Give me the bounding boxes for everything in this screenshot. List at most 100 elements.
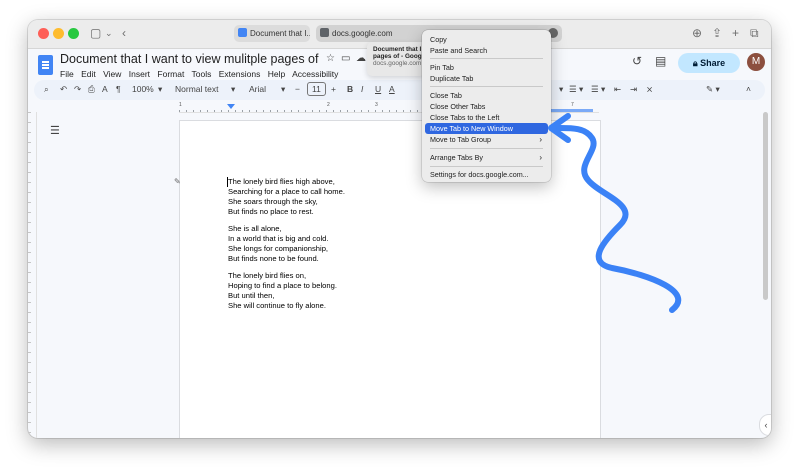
tooltip-domain: docs.google.com xyxy=(373,60,422,67)
menu-item-move-tab-new-window[interactable]: Move Tab to New Window xyxy=(425,123,548,134)
close-window-button[interactable] xyxy=(38,28,49,39)
tab-document[interactable]: Document that I... xyxy=(234,25,310,42)
clear-formatting-icon[interactable]: ⨯ xyxy=(646,84,653,95)
chevron-down-icon[interactable]: ▾ xyxy=(158,84,162,95)
redo-icon[interactable]: ↷ xyxy=(74,84,81,95)
menu-item-pin-tab[interactable]: Pin Tab xyxy=(425,62,548,73)
decrease-indent-icon[interactable]: ⇤ xyxy=(614,84,621,95)
formatting-toolbar: ⌕ ↶ ↷ ⎙ A ¶ 100% ▾ Normal text ▾ Arial ▾… xyxy=(34,80,765,100)
menu-item-label: Move to Tab Group xyxy=(430,135,491,144)
chevron-down-icon[interactable]: ▾ xyxy=(231,84,235,95)
menu-item-close-tab[interactable]: Close Tab xyxy=(425,90,548,101)
menu-item-close-tabs-left[interactable]: Close Tabs to the Left xyxy=(425,112,548,123)
italic-icon[interactable]: I xyxy=(361,84,363,94)
menu-view[interactable]: View xyxy=(103,69,121,79)
cloud-icon[interactable]: ☁ xyxy=(356,53,366,64)
back-arrow-icon[interactable]: ‹ xyxy=(122,25,126,41)
minimize-window-button[interactable] xyxy=(53,28,64,39)
chevron-down-icon[interactable]: ▾ xyxy=(601,84,605,95)
bulleted-list-icon[interactable]: ☰ xyxy=(569,84,577,95)
collapse-menus-icon[interactable]: ˄ xyxy=(746,84,751,94)
history-icon[interactable]: ↺ xyxy=(632,54,642,68)
vertical-ruler[interactable] xyxy=(28,112,37,438)
font-size-decrease-icon[interactable]: − xyxy=(295,84,300,94)
menu-help[interactable]: Help xyxy=(268,69,285,79)
search-menus-icon[interactable]: ⌕ xyxy=(44,84,49,95)
menu-edit[interactable]: Edit xyxy=(81,69,96,79)
font-select[interactable]: Arial xyxy=(249,84,266,94)
menu-item-copy[interactable]: Copy xyxy=(425,34,548,45)
numbered-list-icon[interactable]: ☰ xyxy=(591,84,599,95)
menu-item-settings-site[interactable]: Settings for docs.google.com... xyxy=(425,169,548,180)
menu-insert[interactable]: Insert xyxy=(129,69,150,79)
editing-mode-icon[interactable]: ✎ ▾ xyxy=(706,84,720,95)
menu-item-close-other-tabs[interactable]: Close Other Tabs xyxy=(425,101,548,112)
spellcheck-icon[interactable]: A xyxy=(102,84,108,94)
underline-icon[interactable]: U xyxy=(375,84,381,94)
chevron-right-icon: › xyxy=(539,135,542,144)
chevron-down-icon[interactable]: ▾ xyxy=(559,84,563,95)
text-color-icon[interactable]: A xyxy=(389,84,395,94)
poem-line: But finds no place to rest. xyxy=(228,207,314,216)
document-outline-icon[interactable]: ☰ xyxy=(50,124,60,137)
sidebar-icon[interactable]: ▢ xyxy=(90,25,101,41)
tooltip-title-cont: pages of - Google Docs xyxy=(373,53,425,60)
docs-logo-icon[interactable] xyxy=(38,55,53,75)
edit-pen-icon: ✎ xyxy=(174,177,181,186)
comments-icon[interactable]: ▤ xyxy=(655,54,666,68)
menu-item-duplicate-tab[interactable]: Duplicate Tab xyxy=(425,73,548,84)
tab-context-menu: Copy Paste and Search Pin Tab Duplicate … xyxy=(422,30,551,182)
poem-line: She will continue to fly alone. xyxy=(228,301,326,310)
zoom-select[interactable]: 100% xyxy=(132,84,154,94)
share-button[interactable]: 🔒︎ Share xyxy=(678,53,740,73)
bold-icon[interactable]: B xyxy=(347,84,353,94)
tab-label: docs.google.com xyxy=(332,29,393,38)
menu-item-move-to-tab-group[interactable]: Move to Tab Group › xyxy=(425,134,548,145)
docs-favicon-icon xyxy=(238,28,247,38)
zoom-window-button[interactable] xyxy=(68,28,79,39)
menu-item-paste-and-search[interactable]: Paste and Search xyxy=(425,45,548,56)
font-size-input[interactable]: 11 xyxy=(307,82,326,96)
chevron-down-icon[interactable]: ▾ xyxy=(579,84,583,95)
poem-text[interactable]: The lonely bird flies high above, Search… xyxy=(228,177,478,318)
paint-format-icon[interactable]: ¶ xyxy=(116,84,121,94)
vertical-scrollbar[interactable] xyxy=(763,112,768,300)
font-size-increase-icon[interactable]: + xyxy=(331,84,336,94)
print-icon[interactable]: ⎙ xyxy=(88,84,95,95)
ruler-highlight xyxy=(549,109,593,112)
chevron-down-icon[interactable]: ▾ xyxy=(281,84,285,95)
poem-line: Hoping to find a place to belong. xyxy=(228,281,337,290)
document-title[interactable]: Document that I want to view mulitple pa… xyxy=(60,52,318,66)
menu-separator xyxy=(430,148,543,149)
stanza: The lonely bird flies on, Hoping to find… xyxy=(228,271,478,311)
ruler-number: 2 xyxy=(327,102,330,108)
side-panel-toggle-button[interactable]: ‹ xyxy=(759,414,771,436)
menu-file[interactable]: File xyxy=(60,69,74,79)
menu-accessibility[interactable]: Accessibility xyxy=(292,69,338,79)
increase-indent-icon[interactable]: ⇥ xyxy=(630,84,637,95)
menu-tools[interactable]: Tools xyxy=(192,69,212,79)
share-page-icon[interactable]: ⇪ xyxy=(712,25,722,41)
folder-icon[interactable]: ▭ xyxy=(341,53,350,64)
page-favicon-icon xyxy=(320,28,329,38)
download-icon[interactable]: ⊕ xyxy=(692,25,702,41)
avatar[interactable]: M xyxy=(747,53,765,71)
tab-tooltip: Document that I want to view mulitple pa… xyxy=(367,42,425,76)
style-select[interactable]: Normal text xyxy=(175,84,218,94)
poem-line: She soars through the sky, xyxy=(228,197,318,206)
chevron-down-icon[interactable]: ⌄ xyxy=(105,25,113,41)
tab-overview-icon[interactable]: ⧉ xyxy=(750,25,759,41)
star-icon[interactable]: ☆ xyxy=(326,53,335,64)
menu-format[interactable]: Format xyxy=(157,69,184,79)
poem-line: Searching for a place to call home. xyxy=(228,187,345,196)
share-label: Share xyxy=(700,58,726,68)
indent-marker-icon[interactable] xyxy=(227,104,235,109)
menu-bar: File Edit View Insert Format Tools Exten… xyxy=(60,69,343,79)
ruler-number: 1 xyxy=(179,102,182,108)
new-tab-icon[interactable]: + xyxy=(732,25,739,41)
menu-extensions[interactable]: Extensions xyxy=(219,69,261,79)
chevron-right-icon: › xyxy=(539,153,542,162)
stanza: The lonely bird flies high above, Search… xyxy=(228,177,478,217)
menu-item-arrange-tabs-by[interactable]: Arrange Tabs By › xyxy=(425,152,548,163)
undo-icon[interactable]: ↶ xyxy=(60,84,67,95)
